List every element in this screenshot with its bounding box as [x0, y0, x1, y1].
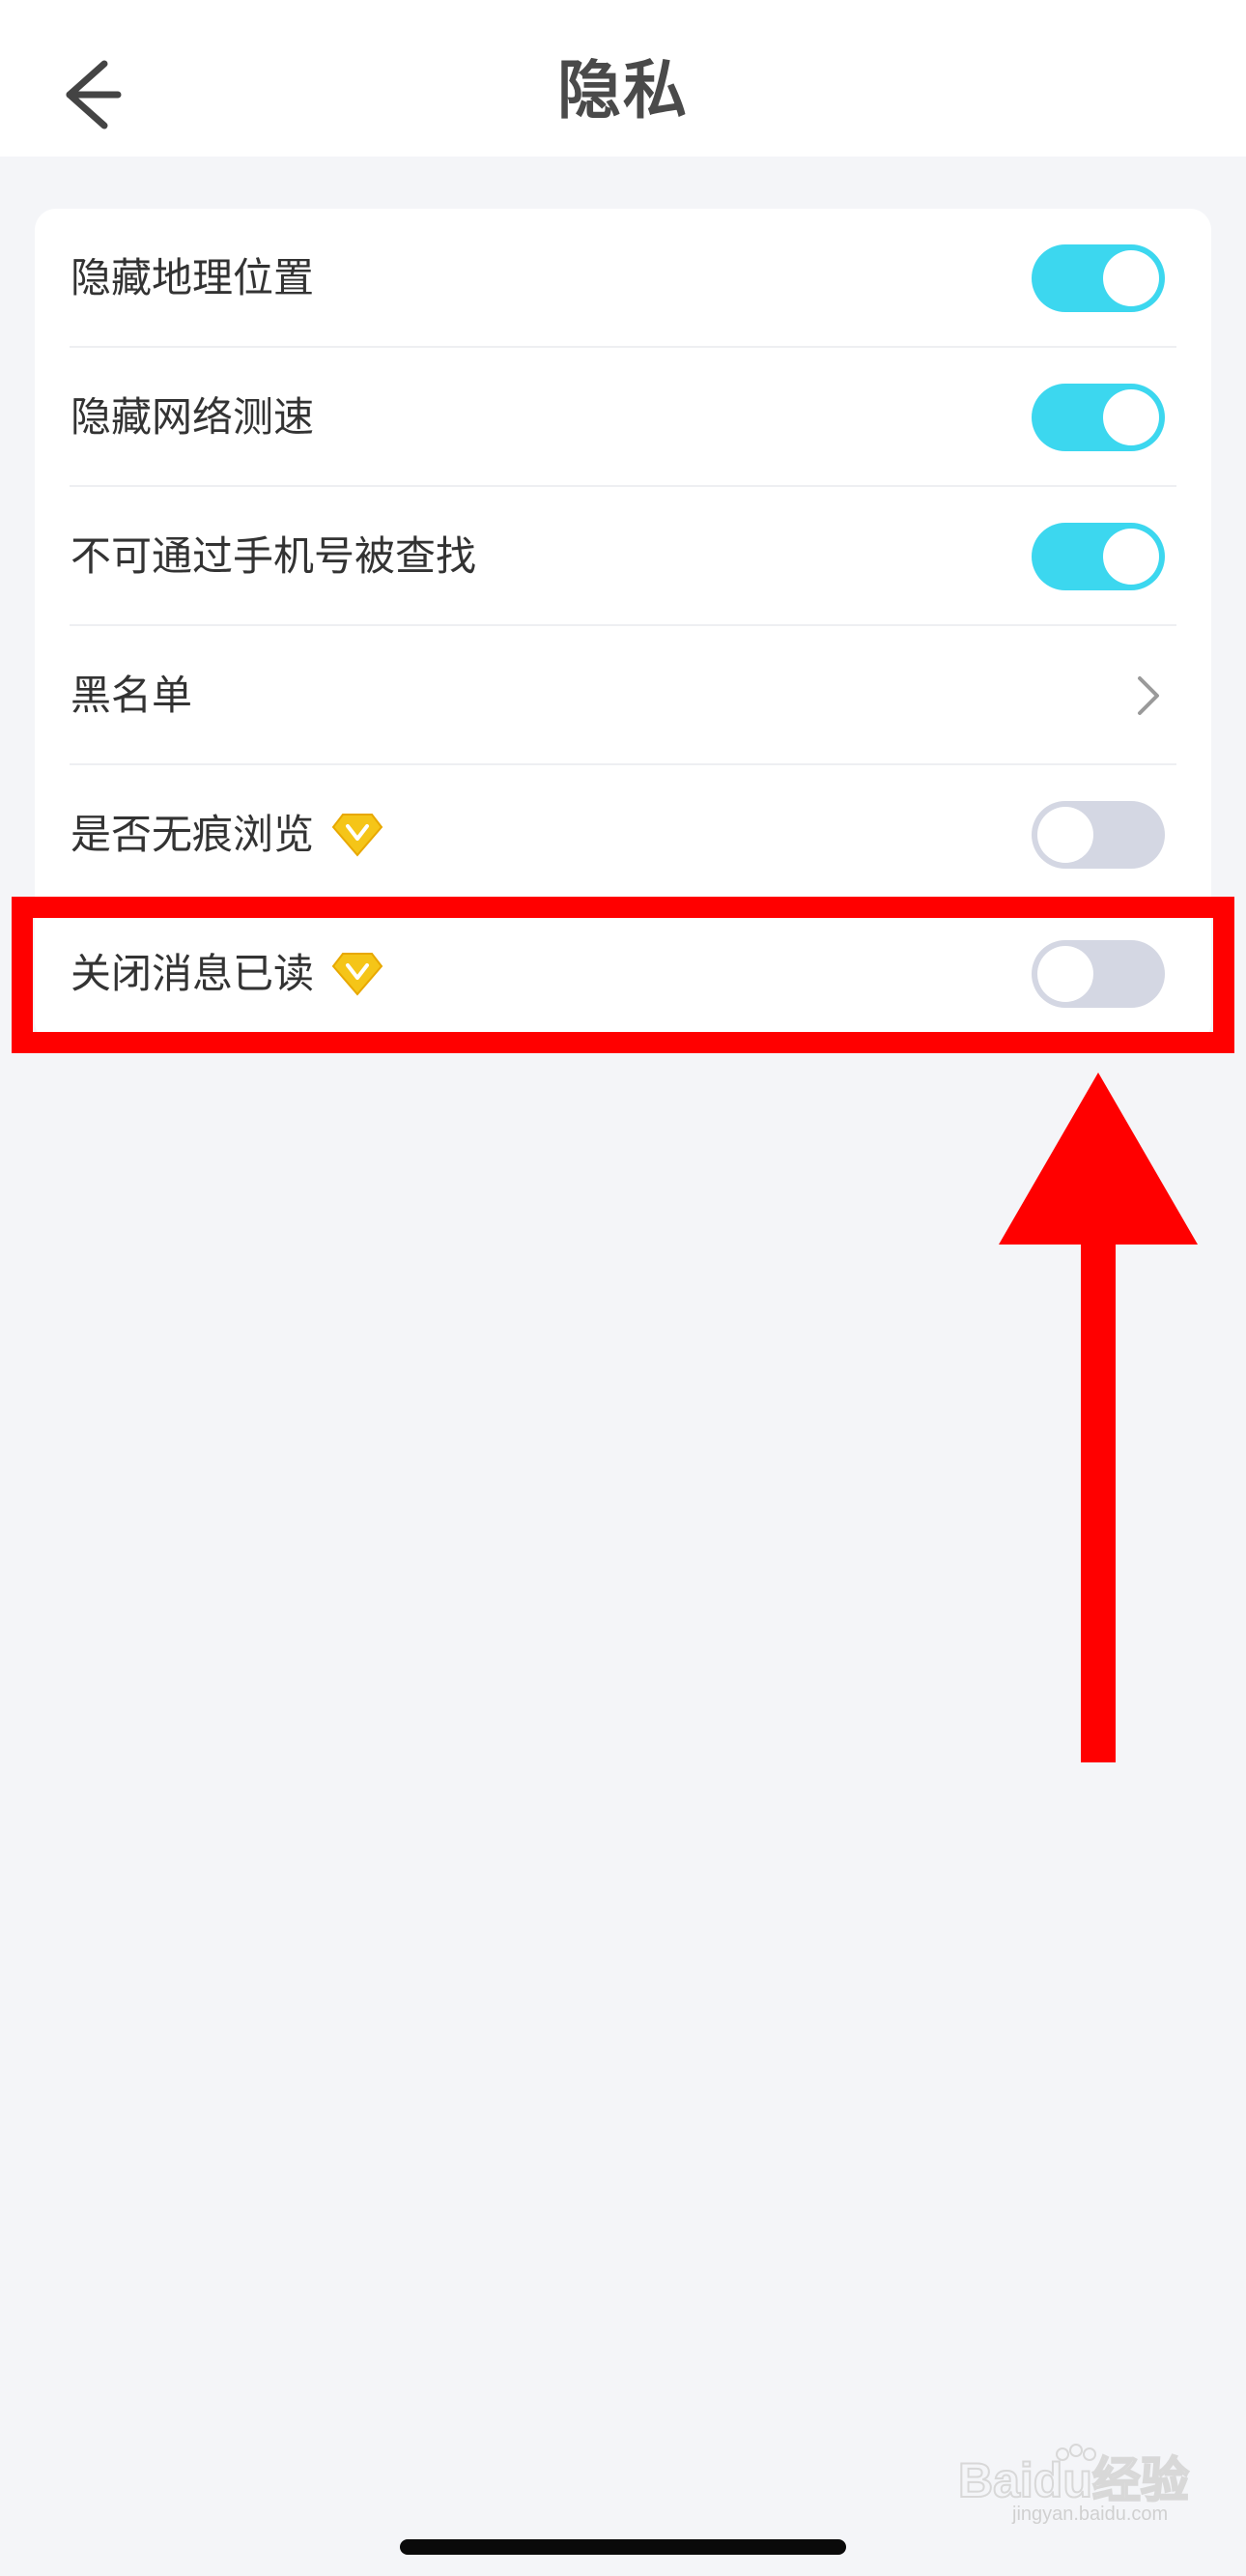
setting-row-blacklist[interactable]: 黑名单	[35, 626, 1211, 765]
setting-row-hide-location[interactable]: 隐藏地理位置	[35, 209, 1211, 348]
page-title-wrap: 隐私	[0, 46, 1246, 137]
toggle-knob	[1103, 389, 1159, 445]
hide-location-toggle[interactable]	[1032, 244, 1165, 312]
page-title-text: 隐私	[557, 53, 689, 128]
red-arrow-up-icon	[999, 1073, 1198, 1762]
toggle-knob	[1103, 529, 1159, 585]
setting-row-phone-search[interactable]: 不可通过手机号被查找	[35, 487, 1211, 626]
watermark-subtext: jingyan.baidu.com	[1011, 2504, 1168, 2524]
setting-label: 是否无痕浏览	[71, 811, 315, 858]
setting-label: 隐藏网络测速	[71, 393, 315, 441]
setting-label: 不可通过手机号被查找	[71, 532, 477, 580]
chevron-right-icon	[1138, 676, 1159, 715]
vip-diamond-icon	[331, 813, 383, 857]
setting-label: 隐藏地理位置	[71, 254, 315, 301]
toggle-knob	[1037, 807, 1093, 863]
page-title: 隐私	[538, 46, 708, 137]
hide-network-speed-toggle[interactable]	[1032, 384, 1165, 451]
setting-row-hide-network-speed[interactable]: 隐藏网络测速	[35, 348, 1211, 487]
toggle-knob	[1103, 250, 1159, 306]
annotation-highlight-box	[12, 897, 1234, 1053]
setting-row-incognito-browsing[interactable]: 是否无痕浏览	[35, 765, 1211, 904]
baidu-paw-logo-icon: Baidu经验 jingyan.baidu.com	[957, 2444, 1190, 2525]
setting-label-wrap: 是否无痕浏览	[71, 765, 383, 904]
baidu-jingyan-watermark: Baidu经验 jingyan.baidu.com	[954, 2443, 1205, 2525]
watermark-text: Baidu经验	[958, 2453, 1189, 2507]
home-indicator[interactable]	[400, 2539, 846, 2555]
phone-search-toggle[interactable]	[1032, 523, 1165, 590]
top-bar: 隐私	[0, 0, 1246, 157]
setting-label: 黑名单	[71, 672, 193, 719]
incognito-browsing-toggle[interactable]	[1032, 801, 1165, 869]
